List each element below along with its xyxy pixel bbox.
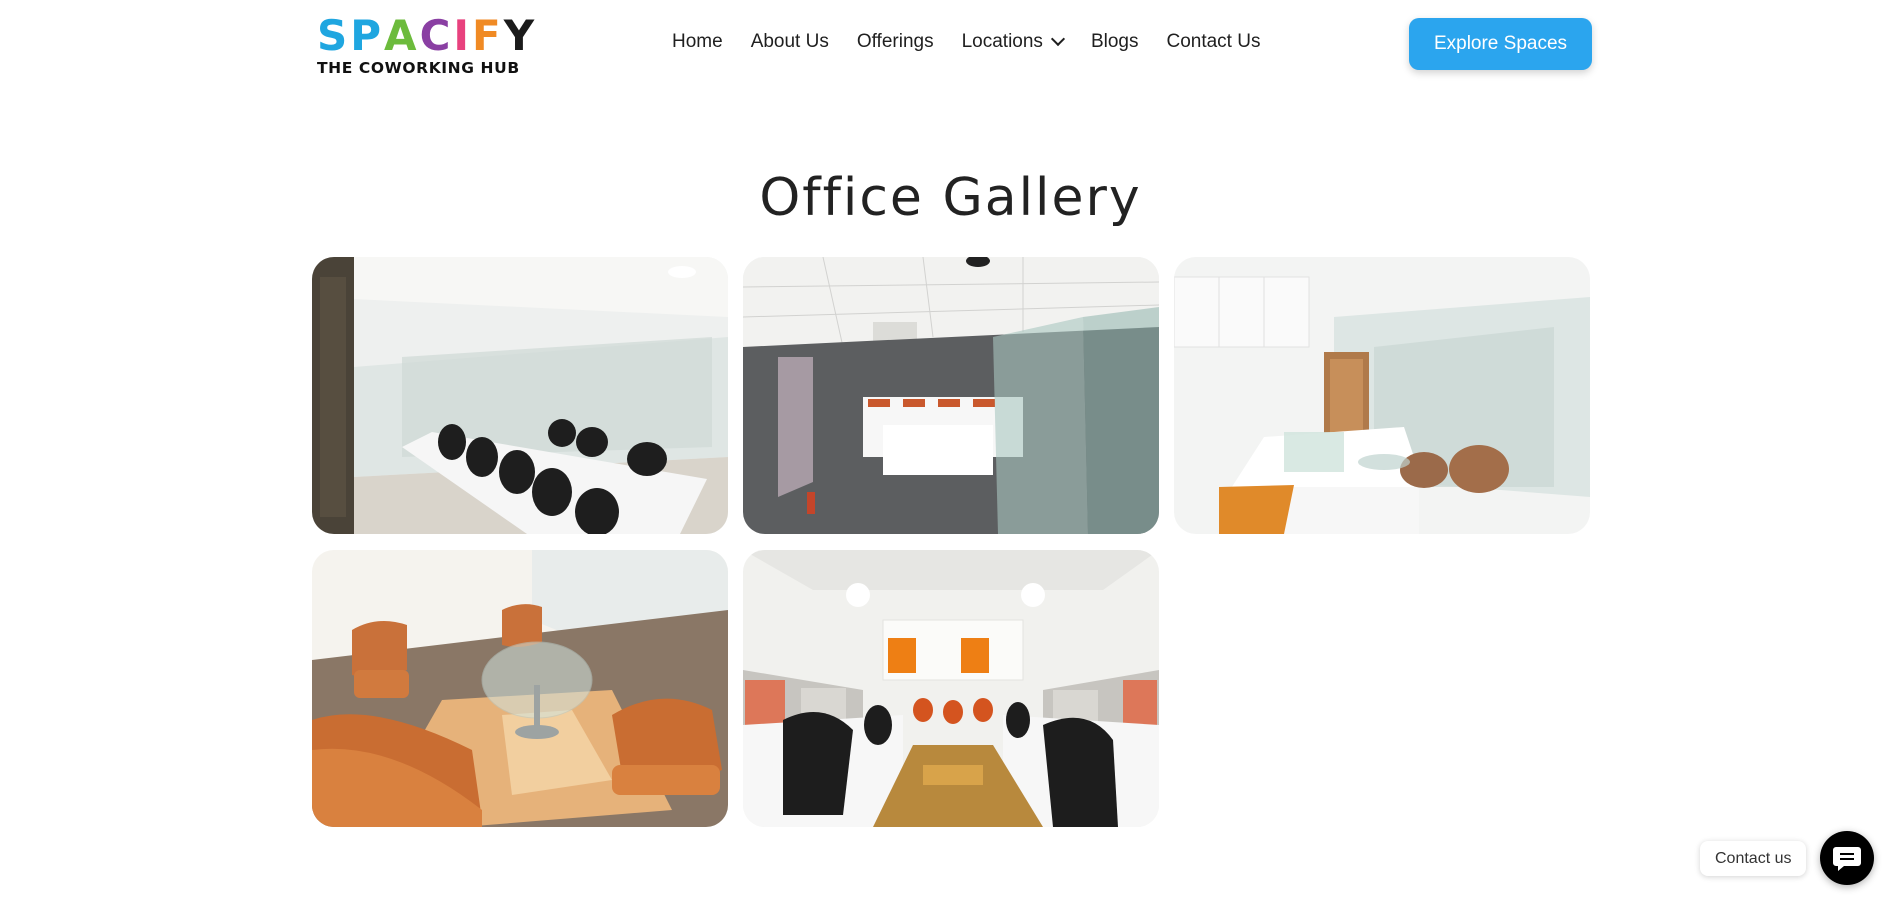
logo-letter: A: [384, 11, 420, 60]
nav-locations-label: Locations: [961, 31, 1043, 52]
gallery-image-open-workstations[interactable]: [743, 257, 1159, 534]
spacify-logo[interactable]: S P A C I F Y THE COWORKING HUB: [317, 14, 547, 78]
gallery-image-conference-room[interactable]: [312, 257, 728, 534]
nav-contact-us[interactable]: Contact Us: [1152, 28, 1274, 56]
logo-letter: P: [350, 11, 385, 60]
nav-locations[interactable]: Locations: [948, 28, 1077, 56]
main-nav: Home About Us Offerings Locations Blogs …: [672, 28, 1274, 56]
explore-spaces-button[interactable]: Explore Spaces: [1409, 18, 1592, 70]
chevron-down-icon: [1050, 31, 1066, 47]
chat-icon: [1833, 847, 1861, 871]
private-cabin-photo: [1174, 257, 1590, 534]
logo-letter: F: [472, 11, 504, 60]
conference-room-photo: [312, 257, 728, 534]
logo-tagline: THE COWORKING HUB: [317, 59, 520, 77]
logo-letter: Y: [503, 11, 538, 60]
workstation-aisle-photo: [743, 550, 1159, 827]
nav-blogs[interactable]: Blogs: [1077, 28, 1153, 56]
nav-home[interactable]: Home: [672, 28, 737, 56]
nav-offerings[interactable]: Offerings: [843, 28, 948, 56]
page-title: Office Gallery: [759, 168, 1142, 228]
contact-us-label[interactable]: Contact us: [1700, 841, 1807, 876]
open-workstations-photo: [743, 257, 1159, 534]
gallery-image-private-cabin[interactable]: [1174, 257, 1590, 534]
lounge-seating-photo: [312, 550, 728, 827]
contact-chat-button[interactable]: [1820, 831, 1874, 885]
gallery-image-lounge-seating[interactable]: [312, 550, 728, 827]
site-header: S P A C I F Y THE COWORKING HUB Home Abo…: [0, 0, 1901, 90]
logo-wordmark: S P A C I F Y: [317, 14, 547, 58]
gallery-image-workstation-aisle[interactable]: [743, 550, 1159, 827]
logo-letter: S: [317, 11, 351, 60]
nav-about-us[interactable]: About Us: [737, 28, 843, 56]
logo-letter: C: [419, 11, 454, 60]
logo-letter: I: [453, 11, 473, 60]
